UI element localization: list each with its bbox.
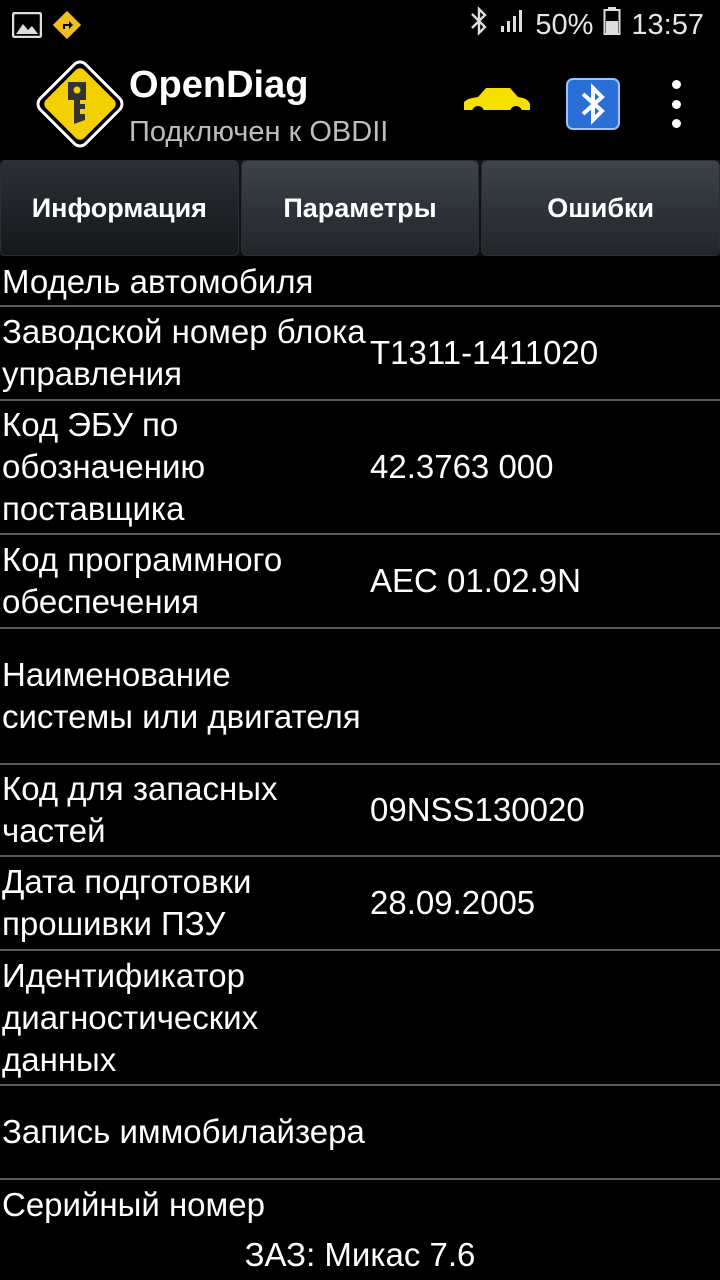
- bluetooth-icon: [469, 6, 489, 44]
- car-icon[interactable]: [460, 82, 532, 122]
- info-label: Дата подготовки прошивки ПЗУ: [2, 863, 252, 942]
- info-label: Идентификатор диагностических данных: [2, 956, 259, 1078]
- info-label: Наименование системы или двигателя: [2, 656, 361, 735]
- info-row: Код ЭБУ по обозначению поставщика 42.376…: [0, 401, 720, 535]
- info-value: T1311-1411020: [370, 334, 599, 371]
- info-row: Модель автомобиля: [0, 258, 720, 307]
- tab-errors[interactable]: Ошибки: [481, 160, 720, 256]
- status-bar: 50% 13:57: [0, 0, 720, 50]
- info-row: Запись иммобилайзера: [0, 1086, 720, 1180]
- info-label: Код для запасных частей: [2, 770, 278, 849]
- info-value: 42.3763 000: [370, 448, 554, 485]
- info-row: Идентификатор диагностических данных: [0, 951, 720, 1086]
- bluetooth-adapter-icon[interactable]: [566, 78, 620, 130]
- info-label: Код программного обеспечения: [2, 541, 283, 620]
- info-value: 09NSS130020: [370, 791, 585, 828]
- overflow-menu-icon[interactable]: [656, 80, 696, 128]
- battery-icon: [603, 6, 621, 44]
- app-logo-icon: [30, 54, 130, 154]
- signal-icon: [499, 8, 525, 42]
- info-label: Запись иммобилайзера: [2, 1113, 365, 1150]
- info-list[interactable]: Модель автомобиля Заводской номер блока …: [0, 258, 720, 1232]
- info-value: 28.09.2005: [370, 884, 536, 921]
- tab-bar: Информация Параметры Ошибки: [0, 160, 720, 256]
- info-row: Дата подготовки прошивки ПЗУ 28.09.2005: [0, 857, 720, 951]
- info-label: Код ЭБУ по обозначению поставщика: [2, 406, 206, 527]
- connection-status: Подключен к OBDII: [129, 116, 389, 148]
- info-value: AEC 01.02.9N: [370, 562, 581, 599]
- tab-information[interactable]: Информация: [0, 160, 239, 256]
- info-label: Модель автомобиля: [2, 262, 314, 300]
- tab-parameters[interactable]: Параметры: [240, 160, 480, 256]
- action-bar: OpenDiag Подключен к OBDII: [0, 50, 720, 160]
- navigation-icon: [52, 10, 82, 45]
- info-row: Код программного обеспечения AEC 01.02.9…: [0, 535, 720, 629]
- info-row: Заводской номер блока управления T1311-1…: [0, 307, 720, 401]
- ecu-name: ЗАЗ: Микас 7.6: [244, 1236, 476, 1273]
- image-notification-icon: [11, 11, 43, 43]
- info-row: Наименование системы или двигателя: [0, 629, 720, 765]
- battery-percent: 50%: [535, 8, 594, 41]
- info-label: Серийный номер: [2, 1186, 265, 1223]
- app-title: OpenDiag: [129, 64, 309, 106]
- info-row: Код для запасных частей 09NSS130020: [0, 765, 720, 857]
- info-row: Серийный номер: [0, 1180, 720, 1232]
- info-label: Заводской номер блока управления: [2, 313, 366, 392]
- clock: 13:57: [631, 8, 704, 41]
